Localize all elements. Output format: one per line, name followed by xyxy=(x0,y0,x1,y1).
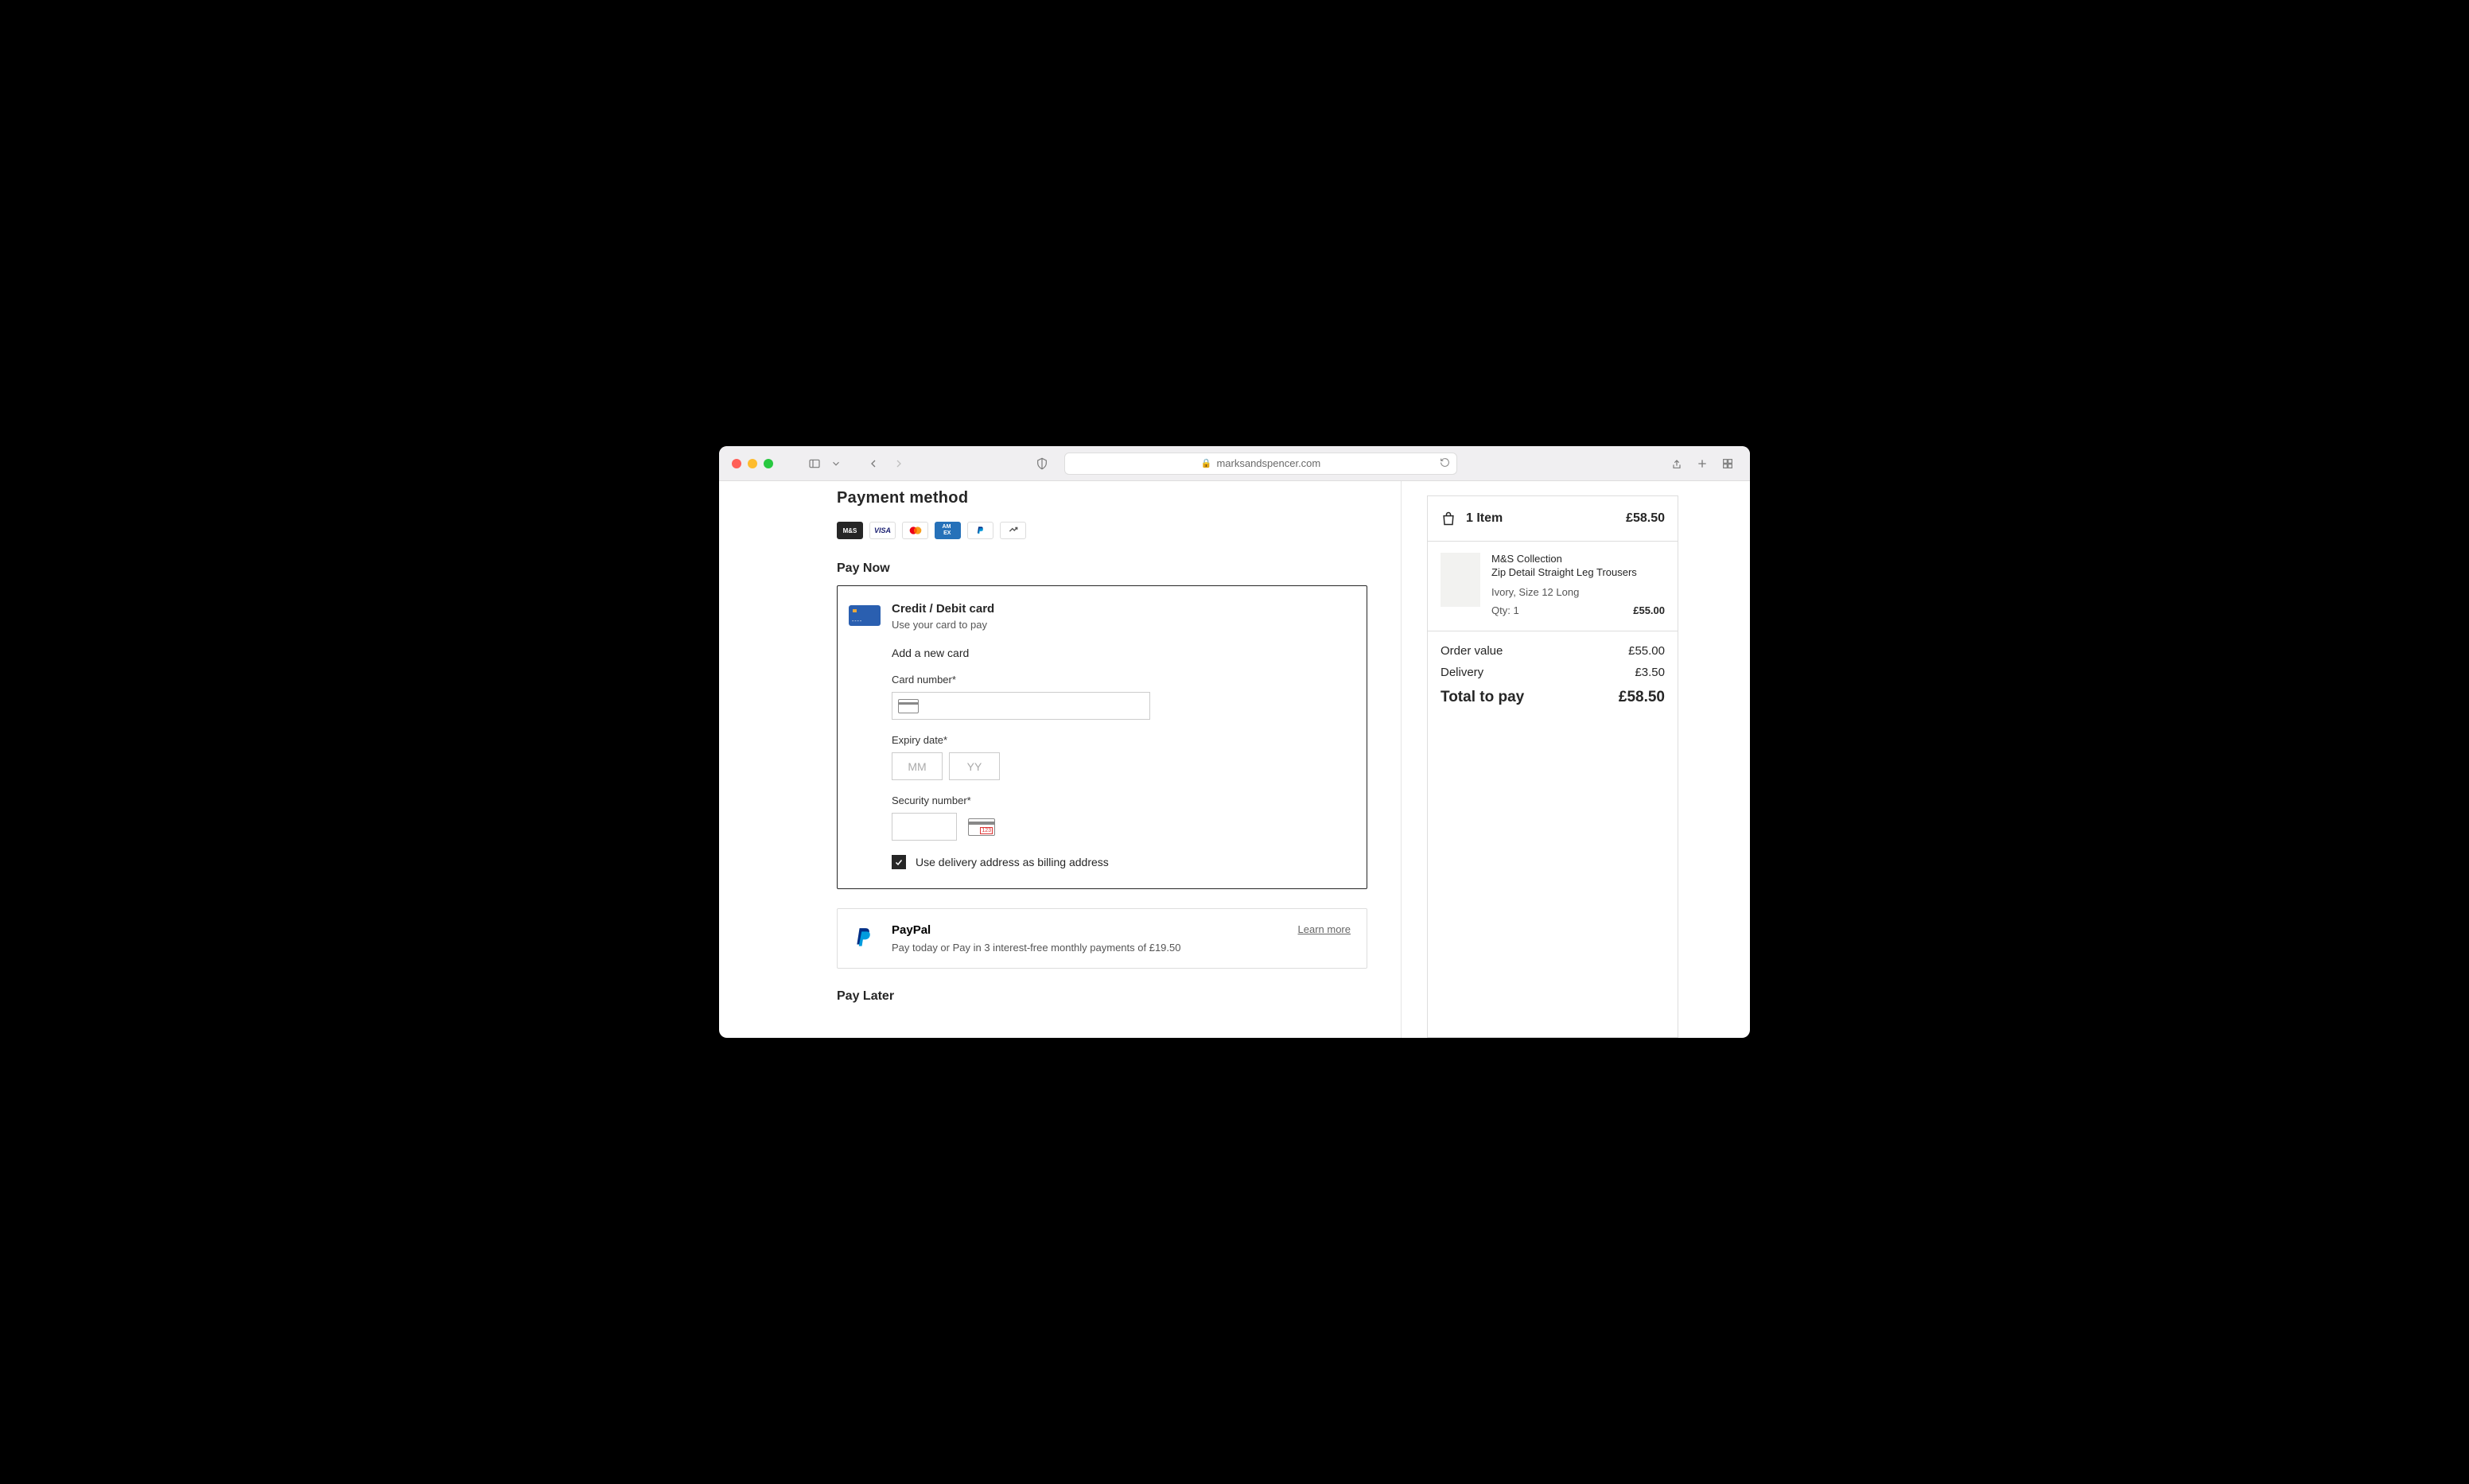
lock-icon: 🔒 xyxy=(1201,458,1212,468)
url-text: marksandspencer.com xyxy=(1216,457,1320,469)
window-controls xyxy=(732,459,773,468)
maximize-window[interactable] xyxy=(764,459,773,468)
expiry-month-input[interactable] xyxy=(892,752,943,780)
pay-later-heading: Pay Later xyxy=(837,989,1367,1004)
payment-section: Payment method M&S VISA AMEX Pay Now xyxy=(719,481,1402,1038)
paypal-option[interactable]: PayPal Pay today or Pay in 3 interest-fr… xyxy=(837,908,1367,969)
new-tab-icon[interactable] xyxy=(1693,456,1712,472)
summary-product: M&S Collection Zip Detail Straight Leg T… xyxy=(1428,542,1678,631)
cvv-input[interactable] xyxy=(892,813,957,841)
dropdown-icon[interactable] xyxy=(830,456,842,472)
tabs-overview-icon[interactable] xyxy=(1718,456,1737,472)
product-price: £55.00 xyxy=(1633,604,1665,616)
back-button[interactable] xyxy=(864,456,883,472)
add-new-card-label: Add a new card xyxy=(892,647,1351,659)
pay-now-heading: Pay Now xyxy=(837,561,1367,576)
expiry-label: Expiry date* xyxy=(892,734,1351,746)
delivery-value: £3.50 xyxy=(1635,666,1665,679)
payment-method-title: Payment method xyxy=(837,489,1367,507)
bag-icon xyxy=(1441,511,1456,526)
billing-address-checkbox[interactable] xyxy=(892,855,906,869)
order-summary: 1 Item £58.50 M&S Collection Zip Detail … xyxy=(1427,495,1678,1038)
total-label: Total to pay xyxy=(1441,689,1524,706)
paypal-title: PayPal xyxy=(892,923,1287,937)
credit-card-icon xyxy=(849,605,881,626)
visa-icon: VISA xyxy=(869,522,896,539)
forward-button[interactable] xyxy=(889,456,908,472)
product-qty: Qty: 1 xyxy=(1491,604,1519,616)
expiry-year-input[interactable] xyxy=(949,752,1000,780)
credit-card-option[interactable]: Credit / Debit card Use your card to pay… xyxy=(837,585,1367,889)
summary-top-total: £58.50 xyxy=(1626,511,1665,526)
mns-card-icon: M&S xyxy=(837,522,863,539)
close-window[interactable] xyxy=(732,459,741,468)
card-input-icon xyxy=(898,699,919,713)
order-summary-panel: 1 Item £58.50 M&S Collection Zip Detail … xyxy=(1402,481,1750,1038)
product-thumbnail xyxy=(1441,553,1480,607)
amex-icon: AMEX xyxy=(935,522,961,539)
paypal-learn-more-link[interactable]: Learn more xyxy=(1298,923,1351,935)
product-variant: Ivory, Size 12 Long xyxy=(1491,586,1665,598)
order-value: £55.00 xyxy=(1628,644,1665,658)
card-number-label: Card number* xyxy=(892,674,1351,686)
paypal-logo-icon xyxy=(849,923,881,950)
card-option-title: Credit / Debit card xyxy=(892,602,994,616)
total-value: £58.50 xyxy=(1619,689,1665,706)
product-name: Zip Detail Straight Leg Trousers xyxy=(1491,566,1665,580)
minimize-window[interactable] xyxy=(748,459,757,468)
url-bar[interactable]: 🔒 marksandspencer.com xyxy=(1064,453,1457,475)
cvv-hint-icon xyxy=(968,818,995,836)
billing-checkbox-label: Use delivery address as billing address xyxy=(916,856,1109,868)
paypal-subtitle: Pay today or Pay in 3 interest-free mont… xyxy=(892,942,1287,954)
browser-window: 🔒 marksandspencer.com Payment method M&S… xyxy=(719,446,1750,1038)
shield-icon[interactable] xyxy=(1032,456,1052,472)
item-count: 1 Item xyxy=(1466,511,1616,526)
share-icon[interactable] xyxy=(1667,456,1686,472)
cvv-label: Security number* xyxy=(892,794,1351,806)
payment-method-icons: M&S VISA AMEX xyxy=(837,522,1367,539)
other-payment-icon xyxy=(1000,522,1026,539)
card-number-input[interactable] xyxy=(892,692,1150,720)
card-option-subtitle: Use your card to pay xyxy=(892,619,994,631)
order-value-label: Order value xyxy=(1441,644,1503,658)
paypal-icon xyxy=(967,522,993,539)
delivery-label: Delivery xyxy=(1441,666,1483,679)
product-brand: M&S Collection xyxy=(1491,553,1665,565)
mastercard-icon xyxy=(902,522,928,539)
reload-icon[interactable] xyxy=(1440,457,1450,470)
page-content: Payment method M&S VISA AMEX Pay Now xyxy=(719,481,1750,1038)
sidebar-toggle-icon[interactable] xyxy=(805,456,824,472)
titlebar: 🔒 marksandspencer.com xyxy=(719,446,1750,481)
